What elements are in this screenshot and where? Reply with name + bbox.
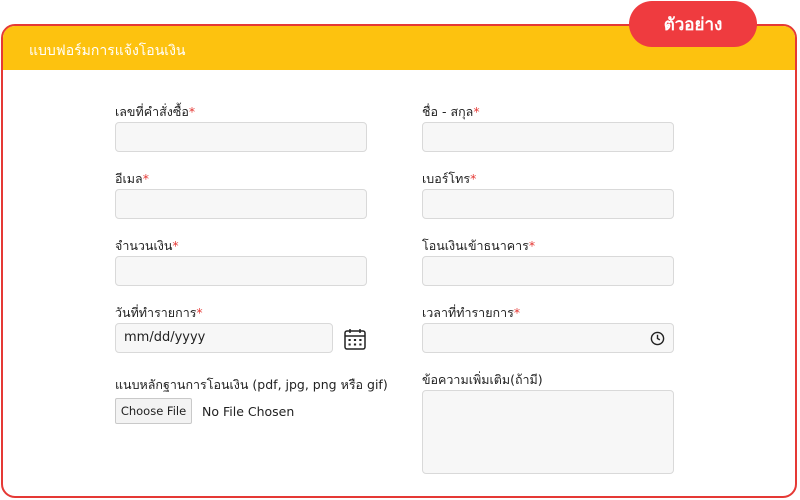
required-mark: *: [196, 305, 203, 320]
required-mark: *: [473, 104, 480, 119]
order-number-label: เลขที่คำสั่งซื้อ*: [115, 104, 196, 119]
bank-input[interactable]: [422, 256, 674, 286]
phone-label: เบอร์โทร*: [422, 171, 477, 186]
file-status: No File Chosen: [202, 404, 295, 419]
required-mark: *: [513, 305, 521, 320]
note-textarea[interactable]: [422, 390, 674, 474]
full-name-input[interactable]: [422, 122, 674, 152]
time-label: เวลาที่ทำรายการ*: [422, 305, 521, 320]
date-label: วันที่ทำรายการ*: [115, 305, 203, 320]
required-mark: *: [528, 238, 536, 253]
required-mark: *: [470, 171, 477, 186]
full-name-label: ชื่อ - สกุล*: [422, 104, 480, 119]
order-number-input[interactable]: [115, 122, 367, 152]
phone-input[interactable]: [422, 189, 674, 219]
note-label: ข้อความเพิ่มเติม(ถ้ามี): [422, 372, 543, 387]
amount-input[interactable]: [115, 256, 367, 286]
amount-label: จำนวนเงิน*: [115, 238, 179, 253]
date-input[interactable]: mm/dd/yyyy: [115, 323, 333, 353]
email-label: อีเมล*: [115, 171, 149, 186]
required-mark: *: [142, 171, 149, 186]
required-mark: *: [188, 104, 196, 119]
bank-label: โอนเงินเข้าธนาคาร*: [422, 238, 536, 253]
email-input[interactable]: [115, 189, 367, 219]
choose-file-button[interactable]: Choose File: [115, 398, 192, 424]
required-mark: *: [172, 238, 179, 253]
calendar-icon[interactable]: [343, 327, 367, 351]
time-input[interactable]: [422, 323, 674, 353]
sample-badge: ตัวอย่าง: [629, 1, 757, 47]
slip-label: แนบหลักฐานการโอนเงิน (pdf, jpg, png หรือ…: [115, 377, 388, 392]
clock-icon[interactable]: [650, 331, 665, 346]
form-title: แบบฟอร์มการแจ้งโอนเงิน: [29, 43, 186, 59]
